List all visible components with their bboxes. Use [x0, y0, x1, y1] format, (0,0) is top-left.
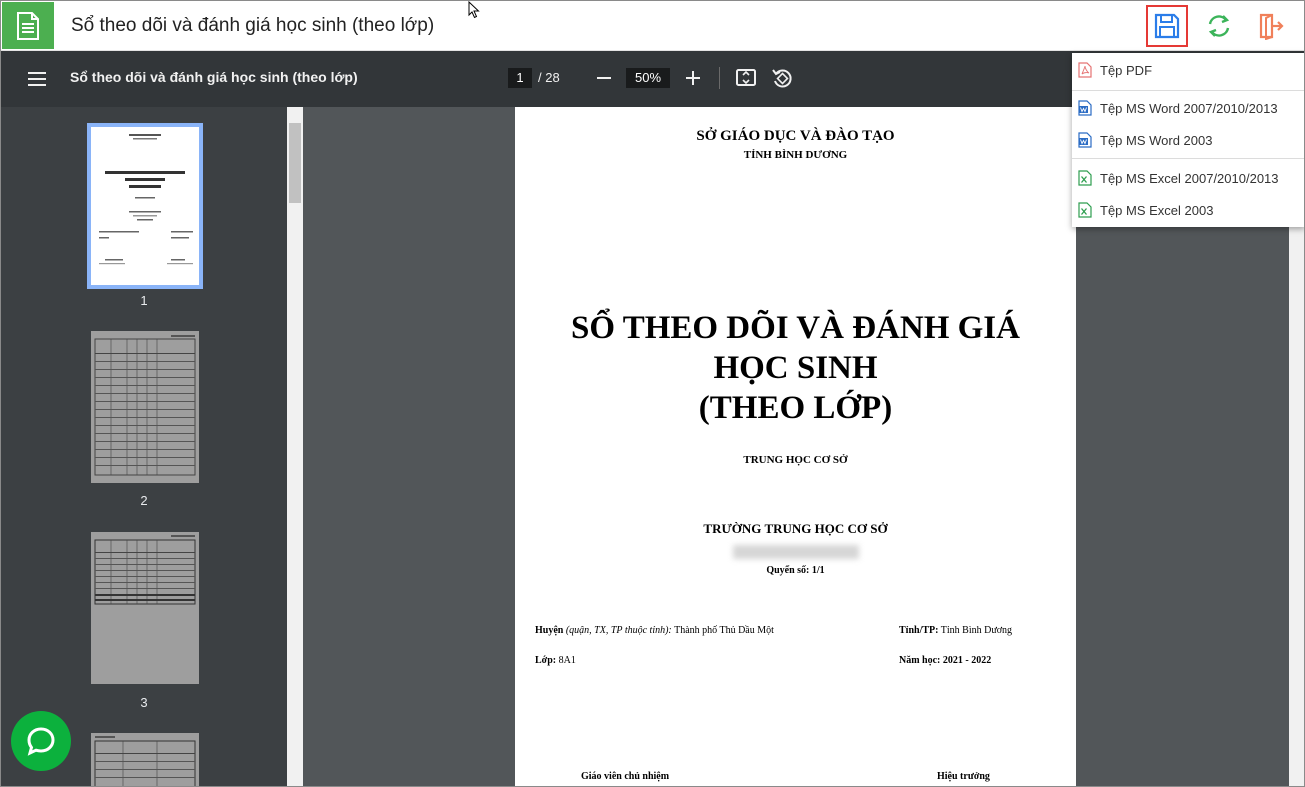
menu-item-label: Tệp MS Word 2007/2010/2013: [1100, 100, 1278, 116]
menu-divider: [1072, 158, 1304, 159]
doc-province-row: Tỉnh/TP: Tỉnh Bình Dương: [899, 625, 1012, 636]
doc-level: TRUNG HỌC CƠ SỞ: [743, 454, 848, 466]
excel-file-icon: [1078, 170, 1092, 186]
thumbnail-page-1[interactable]: [87, 123, 203, 289]
hamburger-menu-icon: [28, 72, 46, 86]
menu-button[interactable]: [25, 67, 49, 91]
doc-class-value: 8A1: [558, 655, 576, 666]
doc-district-value: Thành phố Thủ Dầu Một: [674, 625, 774, 636]
menu-item-label: Tệp MS Excel 2003: [1100, 202, 1214, 218]
menu-divider: [1072, 90, 1304, 91]
thumbnail-preview: [99, 134, 193, 265]
doc-district-label: Huyện: [535, 625, 564, 636]
doc-teacher-label: Giáo viên chủ nhiệm: [581, 771, 670, 782]
doc-principal-label: Hiệu trưởng: [937, 771, 990, 782]
zoom-out-button[interactable]: [594, 66, 614, 90]
doc-dept-line2: TỈNH BÌNH DƯƠNG: [743, 149, 848, 161]
refresh-button[interactable]: [1198, 5, 1240, 47]
thumbnail-label-1: 1: [140, 293, 148, 308]
sync-arrows-icon: [1208, 15, 1230, 37]
doc-district-row: Huyện (quận, TX, TP thuộc tỉnh): Thành p…: [535, 625, 774, 636]
page-number-input[interactable]: 1: [508, 68, 532, 88]
zoom-level[interactable]: 50%: [626, 68, 670, 88]
zoom-in-button[interactable]: [683, 66, 703, 90]
doc-volume: Quyển số: 1/1: [766, 565, 825, 576]
exit-button[interactable]: [1250, 5, 1292, 47]
header-actions: [1146, 5, 1292, 47]
rotate-button[interactable]: [770, 65, 794, 91]
thumbnail-label-2: 2: [140, 493, 148, 508]
doc-year-value: 2021 - 2022: [942, 655, 992, 666]
pdf-file-icon: [1078, 62, 1092, 78]
viewer-title: Sổ theo dõi và đánh giá học sinh (theo l…: [70, 69, 358, 85]
doc-district-hint: (quận, TX, TP thuộc tỉnh):: [565, 625, 672, 636]
page-total: / 28: [538, 70, 560, 85]
doc-title-line2: HỌC SINH: [713, 350, 878, 386]
thumbnail-page-4[interactable]: [91, 733, 199, 786]
thumbnail-page-3[interactable]: [91, 532, 199, 684]
exit-door-icon: [1259, 13, 1284, 40]
mouse-cursor-icon: [468, 1, 480, 19]
doc-year-row: Năm học: 2021 - 2022: [899, 655, 991, 666]
word-file-icon: [1078, 100, 1092, 116]
thumbnail-preview: [94, 535, 196, 605]
thumbnail-sidebar: 1 2 3: [1, 107, 287, 786]
doc-dept-line1: SỞ GIÁO DỤC VÀ ĐÀO TẠO: [696, 128, 895, 144]
chat-button[interactable]: [11, 711, 71, 771]
sidebar-scrollbar[interactable]: [287, 107, 303, 786]
app-header: Sổ theo dõi và đánh giá học sinh (theo l…: [1, 1, 1304, 51]
floppy-disk-icon: [1154, 13, 1180, 39]
excel-file-icon: [1078, 202, 1092, 218]
menu-item-pdf[interactable]: Tệp PDF: [1072, 55, 1304, 85]
menu-item-word-2003[interactable]: Tệp MS Word 2003: [1072, 125, 1304, 155]
redacted-school-name: [733, 545, 859, 559]
chat-bubble-icon: [27, 727, 55, 756]
menu-item-excel-2003[interactable]: Tệp MS Excel 2003: [1072, 195, 1304, 225]
doc-school-label: TRƯỜNG TRUNG HỌC CƠ SỞ: [703, 521, 888, 536]
toolbar-divider: [719, 67, 720, 89]
rotate-icon: [772, 69, 792, 88]
plus-icon: [686, 71, 700, 85]
menu-item-label: Tệp PDF: [1100, 62, 1153, 78]
document-icon: [2, 2, 54, 49]
menu-item-label: Tệp MS Word 2003: [1100, 132, 1213, 148]
sidebar-scrollbar-thumb[interactable]: [289, 123, 301, 203]
download-menu: Tệp PDF Tệp MS Word 2007/2010/2013 Tệp M…: [1072, 53, 1304, 227]
doc-title-line1: SỔ THEO DÕI VÀ ĐÁNH GIÁ: [571, 310, 1020, 346]
minus-icon: [597, 77, 611, 79]
thumbnail-preview: [94, 736, 196, 786]
doc-province-label: Tỉnh/TP:: [899, 625, 939, 636]
doc-province-value: Tỉnh Bình Dương: [940, 625, 1013, 636]
thumbnail-label-3: 3: [140, 695, 148, 710]
fit-page-button[interactable]: [734, 65, 758, 91]
doc-class-label: Lớp:: [535, 655, 557, 666]
thumbnail-page-2[interactable]: [91, 331, 199, 483]
doc-title-line3: (THEO LỚP): [698, 390, 893, 426]
fit-to-page-icon: [736, 69, 756, 86]
doc-class-row: Lớp: 8A1: [535, 655, 576, 666]
page-title: Sổ theo dõi và đánh giá học sinh (theo l…: [71, 15, 435, 36]
menu-item-label: Tệp MS Excel 2007/2010/2013: [1100, 170, 1279, 186]
app-window: Sổ theo dõi và đánh giá học sinh (theo l…: [0, 0, 1305, 787]
menu-item-excel-2007[interactable]: Tệp MS Excel 2007/2010/2013: [1072, 163, 1304, 193]
menu-item-word-2007[interactable]: Tệp MS Word 2007/2010/2013: [1072, 93, 1304, 123]
document-page: SỞ GIÁO DỤC VÀ ĐÀO TẠO TỈNH BÌNH DƯƠNG S…: [515, 107, 1076, 786]
word-file-icon: [1078, 132, 1092, 148]
thumbnail-preview: [94, 335, 196, 476]
save-button[interactable]: [1146, 5, 1188, 47]
doc-year-label: Năm học:: [899, 655, 941, 666]
